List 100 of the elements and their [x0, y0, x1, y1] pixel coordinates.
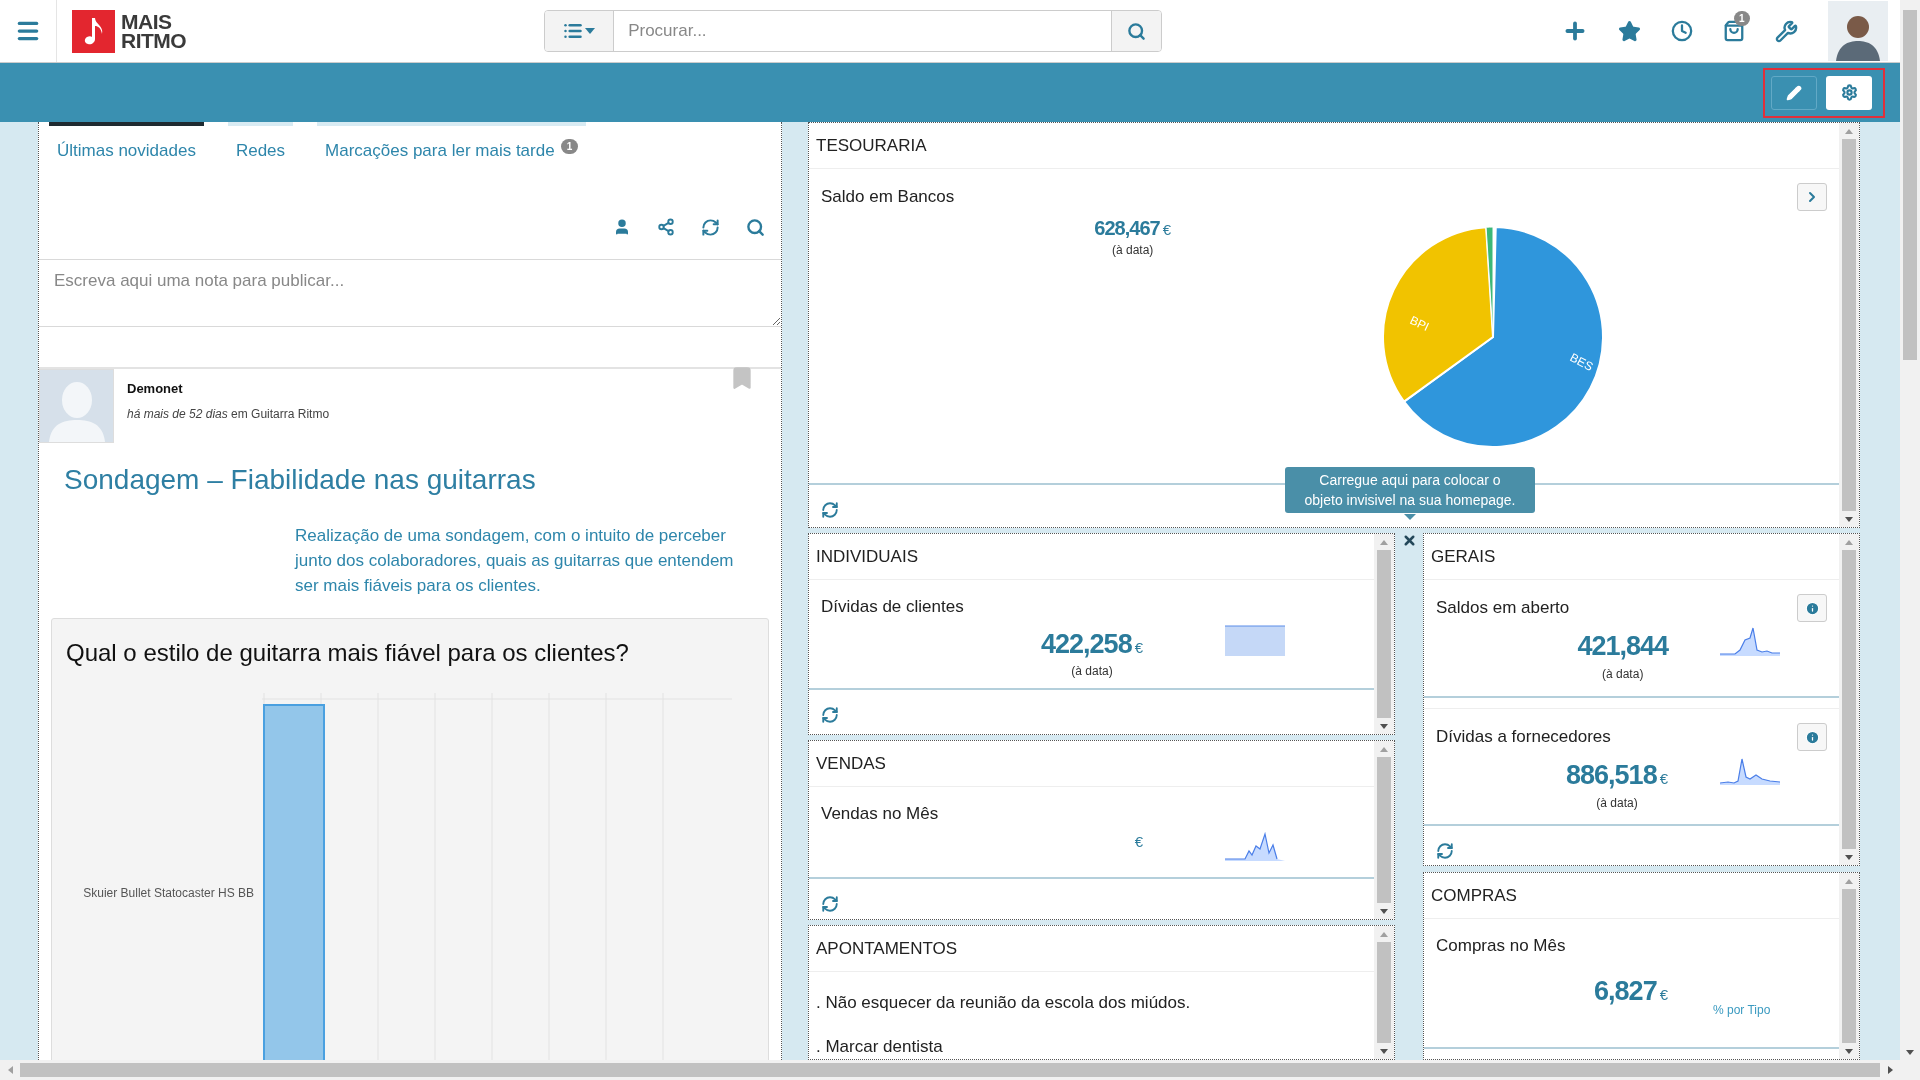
amount-value: 628,467: [1094, 216, 1160, 241]
scroll-thumb[interactable]: [1377, 550, 1391, 718]
scrollbar[interactable]: [1374, 926, 1394, 1059]
scrollbar[interactable]: [1839, 873, 1859, 1059]
link[interactable]: % por Tipo: [1713, 1001, 1771, 1019]
currency-symbol: €: [1134, 637, 1143, 658]
scrollbar[interactable]: [1374, 534, 1394, 734]
edit-button[interactable]: [1771, 75, 1817, 110]
sparkline-chart: [1720, 626, 1780, 658]
refresh-icon[interactable]: [821, 501, 839, 519]
scrollbar[interactable]: [1839, 534, 1859, 865]
scroll-down-icon[interactable]: [1380, 1048, 1388, 1054]
page-scrollbar[interactable]: [1900, 0, 1920, 1060]
search-icon[interactable]: [746, 217, 765, 237]
slice-label: BPI: [1407, 313, 1432, 334]
filter-dropdown-button[interactable]: [545, 11, 615, 51]
scroll-up-icon[interactable]: [1845, 539, 1853, 545]
scroll-thumb[interactable]: [1377, 757, 1391, 903]
refresh-icon[interactable]: [701, 217, 720, 237]
date-caption: (à data): [1596, 794, 1638, 812]
list-icon: [563, 21, 584, 41]
widget-title: GERAIS: [1431, 545, 1496, 568]
scroll-left-icon[interactable]: [7, 1066, 13, 1074]
date-caption: (à data): [1112, 242, 1154, 259]
amount-value: 6,827: [1594, 974, 1657, 1008]
scroll-down-icon[interactable]: [1906, 1049, 1914, 1055]
scroll-up-icon[interactable]: [1380, 746, 1388, 752]
scroll-up-icon[interactable]: [1380, 539, 1388, 545]
scroll-down-icon[interactable]: [1380, 908, 1388, 914]
scrollbar[interactable]: [1839, 123, 1859, 527]
widget-title: INDIVIDUAIS: [816, 545, 919, 568]
next-button[interactable]: [1797, 183, 1827, 211]
date-caption: (à data): [1071, 663, 1113, 680]
poll-question: Qual o estilo de guitarra mais fiável para os clientes?: [66, 638, 630, 668]
tab[interactable]: Redes: [227, 122, 294, 175]
sparkline-chart: [1225, 830, 1285, 863]
share-icon[interactable]: [657, 218, 675, 236]
scroll-up-icon[interactable]: [1845, 128, 1853, 134]
info-icon: [1804, 729, 1820, 745]
tab[interactable]: Marcações para ler mais tarde 1: [317, 122, 587, 175]
currency-symbol: €: [1659, 769, 1668, 789]
scroll-thumb[interactable]: [1842, 889, 1856, 1043]
wrench-icon[interactable]: [1775, 19, 1798, 43]
amount-value: 886,518: [1566, 759, 1657, 792]
scroll-down-icon[interactable]: [1845, 516, 1853, 522]
search-bar[interactable]: Procurar...: [544, 10, 1163, 52]
tab[interactable]: Últimas novidades: [49, 122, 204, 175]
note-text: . Não esquecer da reunião da escola dos miúdos.: [815, 992, 1192, 1014]
currency-symbol: €: [1162, 220, 1171, 240]
post-meta: há mais de 52 dias em Guitarra Ritmo: [127, 405, 330, 423]
metric-label: Compras no Mês: [1436, 935, 1566, 957]
scroll-down-icon[interactable]: [1845, 854, 1853, 860]
metric-label: Saldos em aberto: [1436, 597, 1570, 620]
author-name: Demonet: [127, 380, 184, 398]
settings-button[interactable]: [1826, 75, 1872, 110]
scrollbar[interactable]: [1374, 741, 1394, 919]
amount-value: 422,258: [1041, 627, 1132, 661]
refresh-icon[interactable]: [821, 706, 839, 724]
note-field[interactable]: Escreva aqui uma nota para publicar...: [39, 259, 781, 327]
scroll-up-icon[interactable]: [1380, 931, 1388, 937]
metric-label: Saldo em Bancos: [821, 186, 955, 209]
metric-label: Vendas no Mês: [821, 803, 939, 825]
metric-label: Dívidas de clientes: [821, 596, 964, 618]
widget-title: VENDAS: [816, 752, 886, 775]
search-button[interactable]: [1111, 11, 1162, 51]
scroll-thumb[interactable]: [20, 1063, 1880, 1077]
scroll-down-icon[interactable]: [1845, 1048, 1853, 1054]
search-icon: [1127, 21, 1147, 41]
bag-icon[interactable]: [1723, 20, 1745, 42]
info-button[interactable]: [1797, 723, 1827, 751]
post-description: Realização de uma sondagem, com o intuito de perceber junto dos colaboradores, quais as guitarras que entendem ser mais fiáveis para os clientes.: [295, 525, 735, 597]
logo-wordmark: MAIS RITMO: [121, 12, 187, 50]
notification-badge: 1: [1734, 11, 1750, 26]
gear-icon: [1840, 84, 1858, 101]
scroll-right-icon[interactable]: [1887, 1066, 1893, 1074]
scroll-thumb[interactable]: [1377, 942, 1391, 1043]
search-field[interactable]: Procurar...: [614, 11, 1112, 51]
logo-icon: [72, 9, 115, 53]
date-caption: (à data): [1602, 665, 1644, 683]
caret-icon: [585, 28, 596, 34]
scroll-thumb[interactable]: [1842, 550, 1856, 849]
scroll-thumb[interactable]: [1903, 10, 1917, 360]
post-title: Sondagem – Fiabilidade nas guitarras: [64, 463, 537, 497]
info-button[interactable]: [1797, 594, 1827, 622]
tooltip-arrow: [1404, 514, 1416, 520]
sparkline-chart: [1225, 623, 1285, 656]
user-icon[interactable]: [613, 218, 631, 236]
count-badge: 1: [560, 139, 579, 154]
refresh-icon[interactable]: [1436, 842, 1454, 860]
user-avatar[interactable]: [1828, 1, 1888, 61]
clock-icon[interactable]: [1671, 20, 1693, 42]
star-icon[interactable]: [1618, 19, 1641, 43]
scroll-down-icon[interactable]: [1380, 723, 1388, 729]
widget-title: TESOURARIA: [816, 134, 927, 157]
tooltip[interactable]: Carregue aqui para colocar o objeto invisivel na sua homepage.: [1285, 467, 1535, 513]
horizontal-scrollbar[interactable]: [0, 1060, 1920, 1080]
scroll-up-icon[interactable]: [1845, 878, 1853, 884]
refresh-icon[interactable]: [821, 895, 839, 913]
scroll-thumb[interactable]: [1842, 139, 1856, 511]
info-icon: [1804, 600, 1820, 616]
